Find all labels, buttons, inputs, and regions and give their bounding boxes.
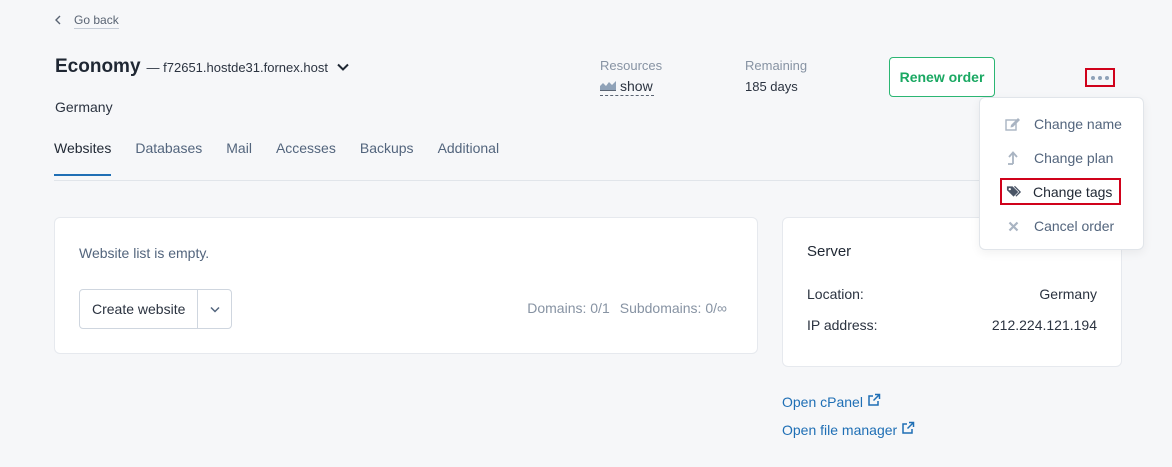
go-back-link[interactable]: Go back	[54, 13, 119, 29]
open-file-manager-link[interactable]: Open file manager	[782, 421, 915, 438]
websites-card: Website list is empty. Create website Do…	[54, 217, 758, 354]
change-name-label: Change name	[1034, 116, 1122, 132]
more-options-button[interactable]	[1085, 68, 1115, 87]
tab-mail[interactable]: Mail	[226, 140, 252, 176]
change-tags-label: Change tags	[1033, 183, 1113, 200]
host-name: — f72651.hostde31.fornex.host	[146, 59, 328, 75]
website-counts: Domains: 0/1 Subdomains: 0/∞	[527, 300, 727, 316]
tab-backups[interactable]: Backups	[360, 140, 414, 176]
server-location-row: Location: Germany	[807, 286, 1097, 302]
dot-icon	[1105, 75, 1109, 80]
menu-item-change-tags[interactable]: Change tags	[1000, 178, 1121, 205]
tab-accesses[interactable]: Accesses	[276, 140, 336, 176]
close-icon	[1005, 218, 1021, 234]
websites-empty-text: Website list is empty.	[79, 245, 210, 261]
server-location-value: Germany	[1039, 286, 1097, 302]
resources-stat: Resources show	[600, 58, 662, 96]
chevron-left-icon	[54, 14, 62, 28]
area-chart-icon	[600, 78, 616, 94]
order-title: Economy — f72651.hostde31.fornex.host	[55, 56, 350, 78]
create-website-button[interactable]: Create website	[80, 290, 197, 328]
open-cpanel-label: Open cPanel	[782, 393, 863, 410]
tab-additional[interactable]: Additional	[438, 140, 500, 176]
menu-item-cancel-order[interactable]: Cancel order	[980, 216, 1114, 236]
server-ip-row: IP address: 212.224.121.194	[807, 317, 1097, 333]
change-plan-label: Change plan	[1034, 150, 1114, 166]
open-cpanel-link[interactable]: Open cPanel	[782, 393, 881, 410]
dot-icon	[1098, 75, 1102, 80]
server-location-label: Location:	[807, 286, 864, 302]
domains-count: Domains: 0/1	[527, 300, 610, 316]
tab-websites[interactable]: Websites	[54, 140, 112, 176]
more-options-menu: Change name Change plan Change tags Canc…	[979, 97, 1144, 250]
menu-item-change-name[interactable]: Change name	[980, 114, 1122, 134]
chevron-down-icon[interactable]	[336, 60, 350, 74]
tabs-divider	[54, 180, 1122, 181]
open-file-manager-label: Open file manager	[782, 421, 898, 438]
order-country: Germany	[55, 99, 113, 115]
remaining-label: Remaining	[745, 58, 808, 73]
renew-order-button[interactable]: Renew order	[889, 57, 995, 97]
dot-icon	[1091, 75, 1095, 80]
resources-label: Resources	[600, 58, 663, 73]
go-back-label: Go back	[74, 13, 119, 29]
resources-show-label: show	[620, 78, 653, 94]
arrow-up-icon	[1005, 150, 1021, 166]
create-website-dropdown[interactable]	[197, 290, 231, 328]
server-title: Server	[807, 243, 852, 260]
subdomains-count: Subdomains: 0/∞	[619, 300, 727, 316]
menu-item-change-plan[interactable]: Change plan	[980, 148, 1113, 168]
plan-name: Economy	[55, 56, 141, 77]
order-tabs: Websites Databases Mail Accesses Backups…	[54, 140, 499, 176]
resources-show-link[interactable]: show	[600, 78, 654, 96]
external-link-icon	[901, 421, 915, 438]
cancel-order-label: Cancel order	[1034, 218, 1115, 234]
create-website-group: Create website	[79, 289, 233, 329]
server-ip-label: IP address:	[807, 317, 878, 333]
tags-icon	[1006, 184, 1022, 200]
external-link-icon	[867, 393, 881, 410]
server-ip-value: 212.224.121.194	[991, 317, 1097, 333]
tab-databases[interactable]: Databases	[135, 140, 202, 176]
edit-icon	[1005, 116, 1021, 132]
remaining-stat: Remaining 185 days	[745, 58, 807, 94]
remaining-value: 185 days	[745, 79, 798, 94]
chevron-down-icon	[210, 300, 220, 318]
